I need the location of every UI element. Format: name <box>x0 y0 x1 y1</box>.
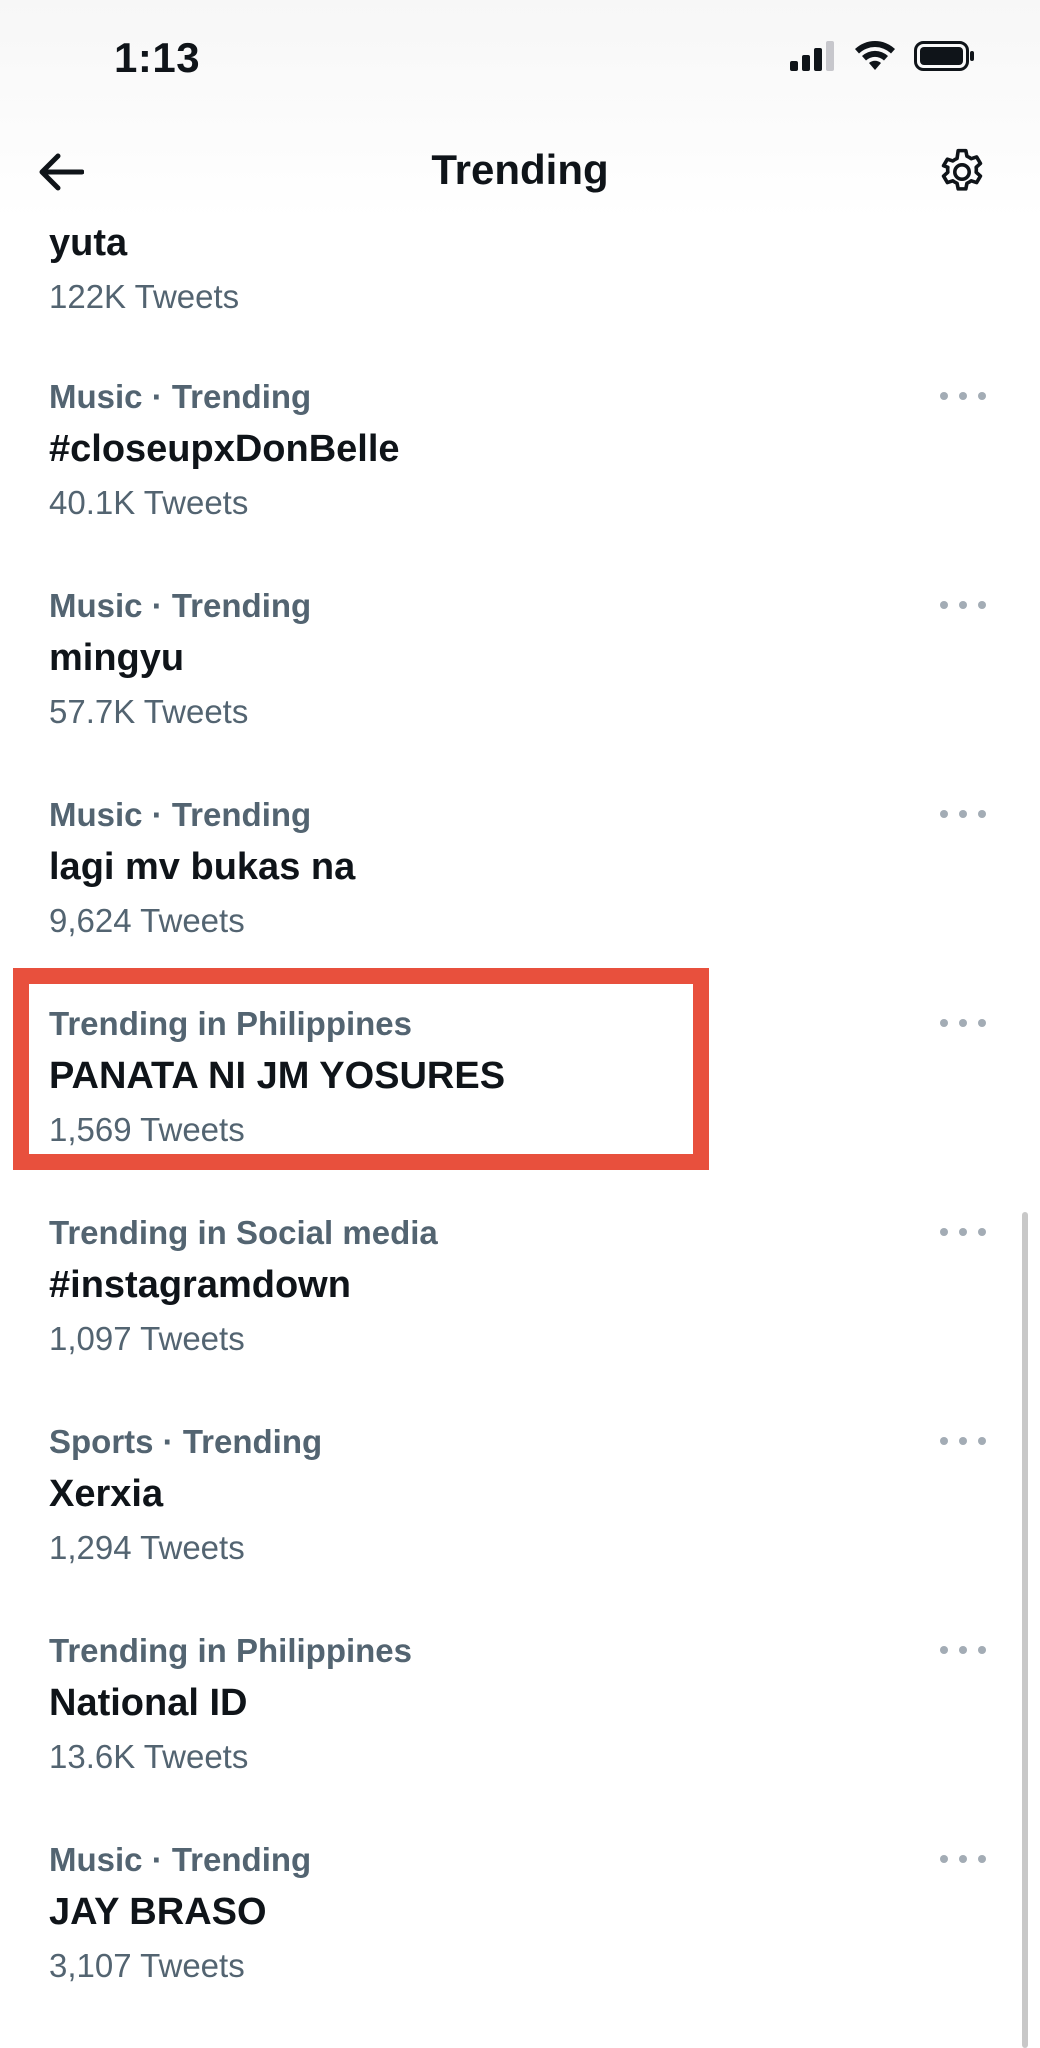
trend-count: 1,569 Tweets <box>49 1111 245 1148</box>
trend-name: PANATA NI JM YOSURES <box>49 1055 506 1097</box>
wifi-icon <box>854 40 896 77</box>
trend-count: 9,624 Tweets <box>49 902 245 939</box>
more-icon-dot <box>959 1228 967 1236</box>
more-options-button[interactable] <box>940 1431 986 1451</box>
more-icon-dot <box>959 810 967 818</box>
more-icon-dot <box>940 1019 948 1027</box>
status-time: 1:13 <box>114 34 201 81</box>
trend-context: Music · Trending <box>49 796 312 833</box>
more-options-button[interactable] <box>940 1849 986 1869</box>
trend-name: lagi mv bukas na <box>49 846 356 888</box>
more-icon-dot <box>959 1437 967 1445</box>
more-icon-dot <box>978 601 986 609</box>
battery-icon <box>914 41 976 76</box>
trend-name: National ID <box>49 1682 248 1724</box>
trend-name: Xerxia <box>49 1473 164 1515</box>
trend-context: Trending in Philippines <box>49 1632 413 1669</box>
more-options-button[interactable] <box>940 804 986 824</box>
more-icon-dot <box>940 1855 948 1863</box>
trend-item[interactable]: Music · Trending lagi mv bukas na 9,624 … <box>0 796 1040 1004</box>
status-icons <box>790 40 976 77</box>
trend-count: 1,097 Tweets <box>49 1320 245 1357</box>
trend-name: mingyu <box>49 637 185 679</box>
trend-item[interactable]: yuta 122K Tweets <box>0 180 1040 388</box>
scrollbar[interactable] <box>1022 1212 1028 2048</box>
trend-name: yuta <box>49 222 128 264</box>
more-icon-dot <box>959 1019 967 1027</box>
more-options-button[interactable] <box>940 1640 986 1660</box>
trend-context: Music · Trending <box>49 1841 312 1878</box>
more-icon-dot <box>959 1646 967 1654</box>
more-icon-dot <box>940 601 948 609</box>
more-options-button[interactable] <box>940 1222 986 1242</box>
trend-context: Trending in Philippines <box>49 1005 413 1042</box>
more-icon-dot <box>959 1855 967 1863</box>
trend-item[interactable]: Trending in Social media #instagramdown … <box>0 1214 1040 1422</box>
more-options-button[interactable] <box>940 386 986 406</box>
more-options-button[interactable] <box>940 595 986 615</box>
trend-name: #instagramdown <box>49 1264 351 1306</box>
more-icon-dot <box>940 1437 948 1445</box>
trend-item[interactable]: Trending in Philippines PANATA NI JM YOS… <box>0 1005 1040 1213</box>
trending-screen: 1:13 Trending yuta 122K Tweets Music · T… <box>0 0 1040 2048</box>
more-icon-dot <box>940 1228 948 1236</box>
trend-name: JAY BRASO <box>49 1891 267 1933</box>
more-icon-dot <box>959 601 967 609</box>
more-icon-dot <box>978 810 986 818</box>
trend-count: 57.7K Tweets <box>49 693 249 730</box>
cellular-signal-icon <box>790 41 836 76</box>
trend-item[interactable]: Music · Trending JAY BRASO 3,107 Tweets <box>0 1841 1040 2048</box>
trend-count: 40.1K Tweets <box>49 484 249 521</box>
trend-count: 13.6K Tweets <box>49 1738 249 1775</box>
trend-item[interactable]: Music · Trending mingyu 57.7K Tweets <box>0 587 1040 795</box>
more-icon-dot <box>959 392 967 400</box>
more-icon-dot <box>978 1437 986 1445</box>
more-icon-dot <box>978 1855 986 1863</box>
trend-name: #closeupxDonBelle <box>49 428 400 470</box>
trend-item[interactable]: Trending in Philippines National ID 13.6… <box>0 1632 1040 1840</box>
trend-count: 1,294 Tweets <box>49 1529 245 1566</box>
trend-item[interactable]: Music · Trending #closeupxDonBelle 40.1K… <box>0 378 1040 586</box>
more-icon-dot <box>978 1019 986 1027</box>
more-icon-dot <box>978 1646 986 1654</box>
trend-context: Music · Trending <box>49 587 312 624</box>
trend-context: Sports · Trending <box>49 1423 323 1460</box>
trend-count: 3,107 Tweets <box>49 1947 245 1984</box>
trend-context: Trending in Social media <box>49 1214 438 1251</box>
more-icon-dot <box>940 392 948 400</box>
more-icon-dot <box>978 1228 986 1236</box>
more-icon-dot <box>940 810 948 818</box>
trend-item[interactable]: Sports · Trending Xerxia 1,294 Tweets <box>0 1423 1040 1631</box>
trend-context: Music · Trending <box>49 378 312 415</box>
more-icon-dot <box>940 1646 948 1654</box>
more-icon-dot <box>978 392 986 400</box>
more-options-button[interactable] <box>940 1013 986 1033</box>
status-bar: 1:13 <box>0 0 1040 120</box>
trend-count: 122K Tweets <box>49 278 240 315</box>
